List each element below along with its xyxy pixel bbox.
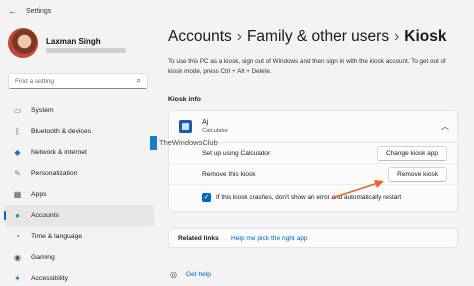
related-links: Related links Help me pick the right app	[168, 228, 458, 248]
chevron-up-icon[interactable]: ︿	[441, 121, 449, 132]
help-pick-app-link[interactable]: Help me pick the right app	[231, 235, 308, 242]
breadcrumb-separator: ›	[236, 28, 242, 45]
sidebar-item-time-language[interactable]: ◔ Time & language	[4, 226, 154, 247]
calculator-icon	[179, 120, 192, 133]
kiosk-info-card: Aj Calculator ︿ Set up using Calculator …	[168, 110, 458, 212]
avatar	[8, 28, 38, 58]
page-title: Kiosk	[404, 28, 447, 45]
watermark: TheWindowsClub	[150, 136, 218, 150]
monitor-icon: ▭	[13, 106, 22, 115]
sidebar-item-gaming[interactable]: ◉ Gaming	[4, 247, 154, 268]
remove-label: Remove this kiosk	[202, 171, 256, 178]
back-arrow-icon[interactable]: ←	[8, 6, 17, 16]
search-box[interactable]: Find a setting ⌕	[8, 73, 148, 89]
breadcrumb: Accounts › Family & other users › Kiosk	[168, 28, 446, 46]
sidebar-item-label: Time & language	[31, 233, 83, 240]
clock-globe-icon: ◔	[15, 232, 20, 241]
sidebar-item-label: Apps	[31, 191, 47, 198]
breadcrumb-family-users[interactable]: Family & other users	[247, 28, 389, 45]
search-icon[interactable]: ⌕	[137, 76, 141, 86]
kiosk-account-name: Aj	[202, 119, 209, 126]
sidebar-item-system[interactable]: ▭ System	[4, 100, 154, 121]
title-bar: ← Settings	[0, 0, 474, 24]
sidebar-item-accounts[interactable]: ● Accounts	[4, 205, 154, 226]
sidebar-item-label: Accounts	[31, 212, 59, 219]
user-name: Laxman Singh	[46, 37, 101, 46]
related-links-title: Related links	[178, 235, 219, 242]
breadcrumb-accounts[interactable]: Accounts	[168, 28, 232, 45]
wifi-icon: ◆	[14, 148, 21, 157]
crash-restart-checkbox[interactable]: ✓	[202, 193, 211, 202]
sidebar-item-label: Network & internet	[31, 149, 87, 156]
annotation-arrow	[331, 180, 384, 199]
watermark-text: TheWindowsClub	[159, 138, 218, 147]
remove-kiosk-button[interactable]: Remove kiosk	[388, 167, 447, 182]
get-help-link[interactable]: Get help	[186, 271, 211, 278]
sidebar-nav: ▭ System ᛒ Bluetooth & devices ◆ Network…	[4, 100, 154, 286]
sidebar-item-label: Accessibility	[31, 275, 69, 282]
sidebar-item-bluetooth[interactable]: ᛒ Bluetooth & devices	[4, 121, 154, 142]
sidebar-item-label: Personalization	[31, 170, 78, 177]
sidebar-item-apps[interactable]: ▦ Apps	[4, 184, 154, 205]
person-icon: ●	[15, 211, 20, 220]
window-title: Settings	[26, 8, 52, 15]
user-email-redacted	[46, 48, 126, 53]
sidebar-item-label: System	[31, 107, 54, 114]
sidebar-item-accessibility[interactable]: ✦ Accessibility	[4, 268, 154, 286]
accessibility-icon: ✦	[14, 274, 21, 283]
intro-text: To use this PC as a kiosk, sign out of W…	[168, 58, 446, 75]
sidebar-item-label: Gaming	[31, 254, 55, 261]
annotation-arrow-shaft	[331, 182, 379, 199]
change-kiosk-app-button[interactable]: Change kiosk app	[376, 146, 447, 161]
search-input[interactable]: Find a setting	[15, 78, 54, 85]
setup-label: Set up using Calculator	[202, 150, 271, 157]
apps-icon: ▦	[13, 190, 22, 199]
sidebar-item-network[interactable]: ◆ Network & internet	[4, 142, 154, 163]
annotation-arrow-head	[374, 180, 384, 188]
user-profile[interactable]: Laxman Singh	[8, 28, 158, 68]
brush-icon: ✎	[14, 169, 21, 178]
gamepad-icon: ◉	[14, 253, 21, 262]
help-icon: ◎	[170, 270, 177, 279]
sidebar-item-label: Bluetooth & devices	[31, 128, 92, 135]
bluetooth-icon: ᛒ	[15, 127, 20, 136]
section-title-kiosk-info: Kiosk info	[168, 96, 201, 103]
watermark-logo	[150, 136, 157, 150]
remove-row: Remove this kiosk Remove kiosk	[169, 164, 457, 185]
sidebar-item-personalization[interactable]: ✎ Personalization	[4, 163, 154, 184]
breadcrumb-separator: ›	[394, 28, 400, 45]
crash-restart-row: ✓ If this kiosk crashes, don't show an e…	[169, 185, 457, 211]
kiosk-account-app: Calculator	[202, 128, 229, 134]
